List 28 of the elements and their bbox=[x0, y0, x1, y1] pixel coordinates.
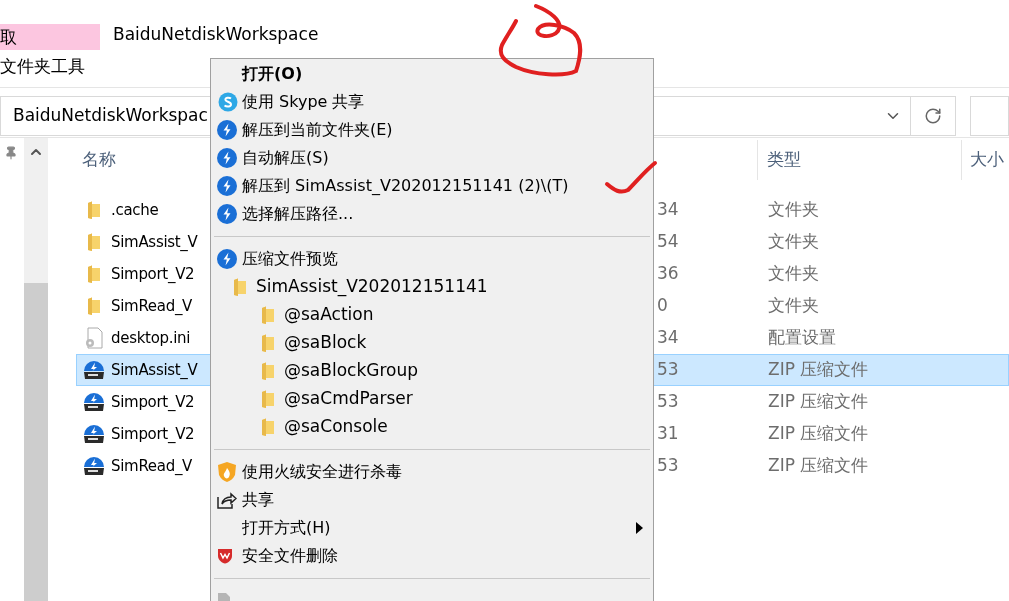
date-cell: 53 bbox=[657, 359, 679, 380]
type-cell: 文件夹 bbox=[768, 295, 819, 316]
date-cell: 34 bbox=[657, 199, 679, 220]
date-cell: 31 bbox=[657, 423, 679, 444]
date-cell: 34 bbox=[657, 327, 679, 348]
file-name: Simport_V2 bbox=[111, 263, 195, 285]
date-cell: 36 bbox=[657, 263, 679, 284]
file-name: SimRead_V bbox=[111, 455, 193, 477]
type-cell: 配置设置 bbox=[768, 327, 836, 348]
date-cell: 53 bbox=[657, 391, 679, 412]
date-cell: 54 bbox=[657, 231, 679, 252]
date-cell: 0 bbox=[657, 295, 668, 316]
file-name: SimAssist_V bbox=[111, 359, 198, 381]
file-name: desktop.ini bbox=[111, 327, 191, 349]
file-name: Simport_V2 bbox=[111, 423, 195, 445]
type-cell: ZIP 压缩文件 bbox=[768, 455, 869, 476]
type-cell: ZIP 压缩文件 bbox=[768, 423, 869, 444]
file-name: SimRead_V bbox=[111, 295, 193, 317]
type-cell: 文件夹 bbox=[768, 263, 819, 284]
type-cell: 文件夹 bbox=[768, 199, 819, 220]
date-cell: 53 bbox=[657, 455, 679, 476]
type-cell: ZIP 压缩文件 bbox=[768, 359, 869, 380]
file-name: SimAssist_V bbox=[111, 231, 198, 253]
type-cell: 文件夹 bbox=[768, 231, 819, 252]
file-name: .cache bbox=[111, 199, 159, 221]
file-name: Simport_V2 bbox=[111, 391, 195, 413]
window-title: BaiduNetdiskWorkspace bbox=[113, 23, 319, 46]
type-cell: ZIP 压缩文件 bbox=[768, 391, 869, 412]
